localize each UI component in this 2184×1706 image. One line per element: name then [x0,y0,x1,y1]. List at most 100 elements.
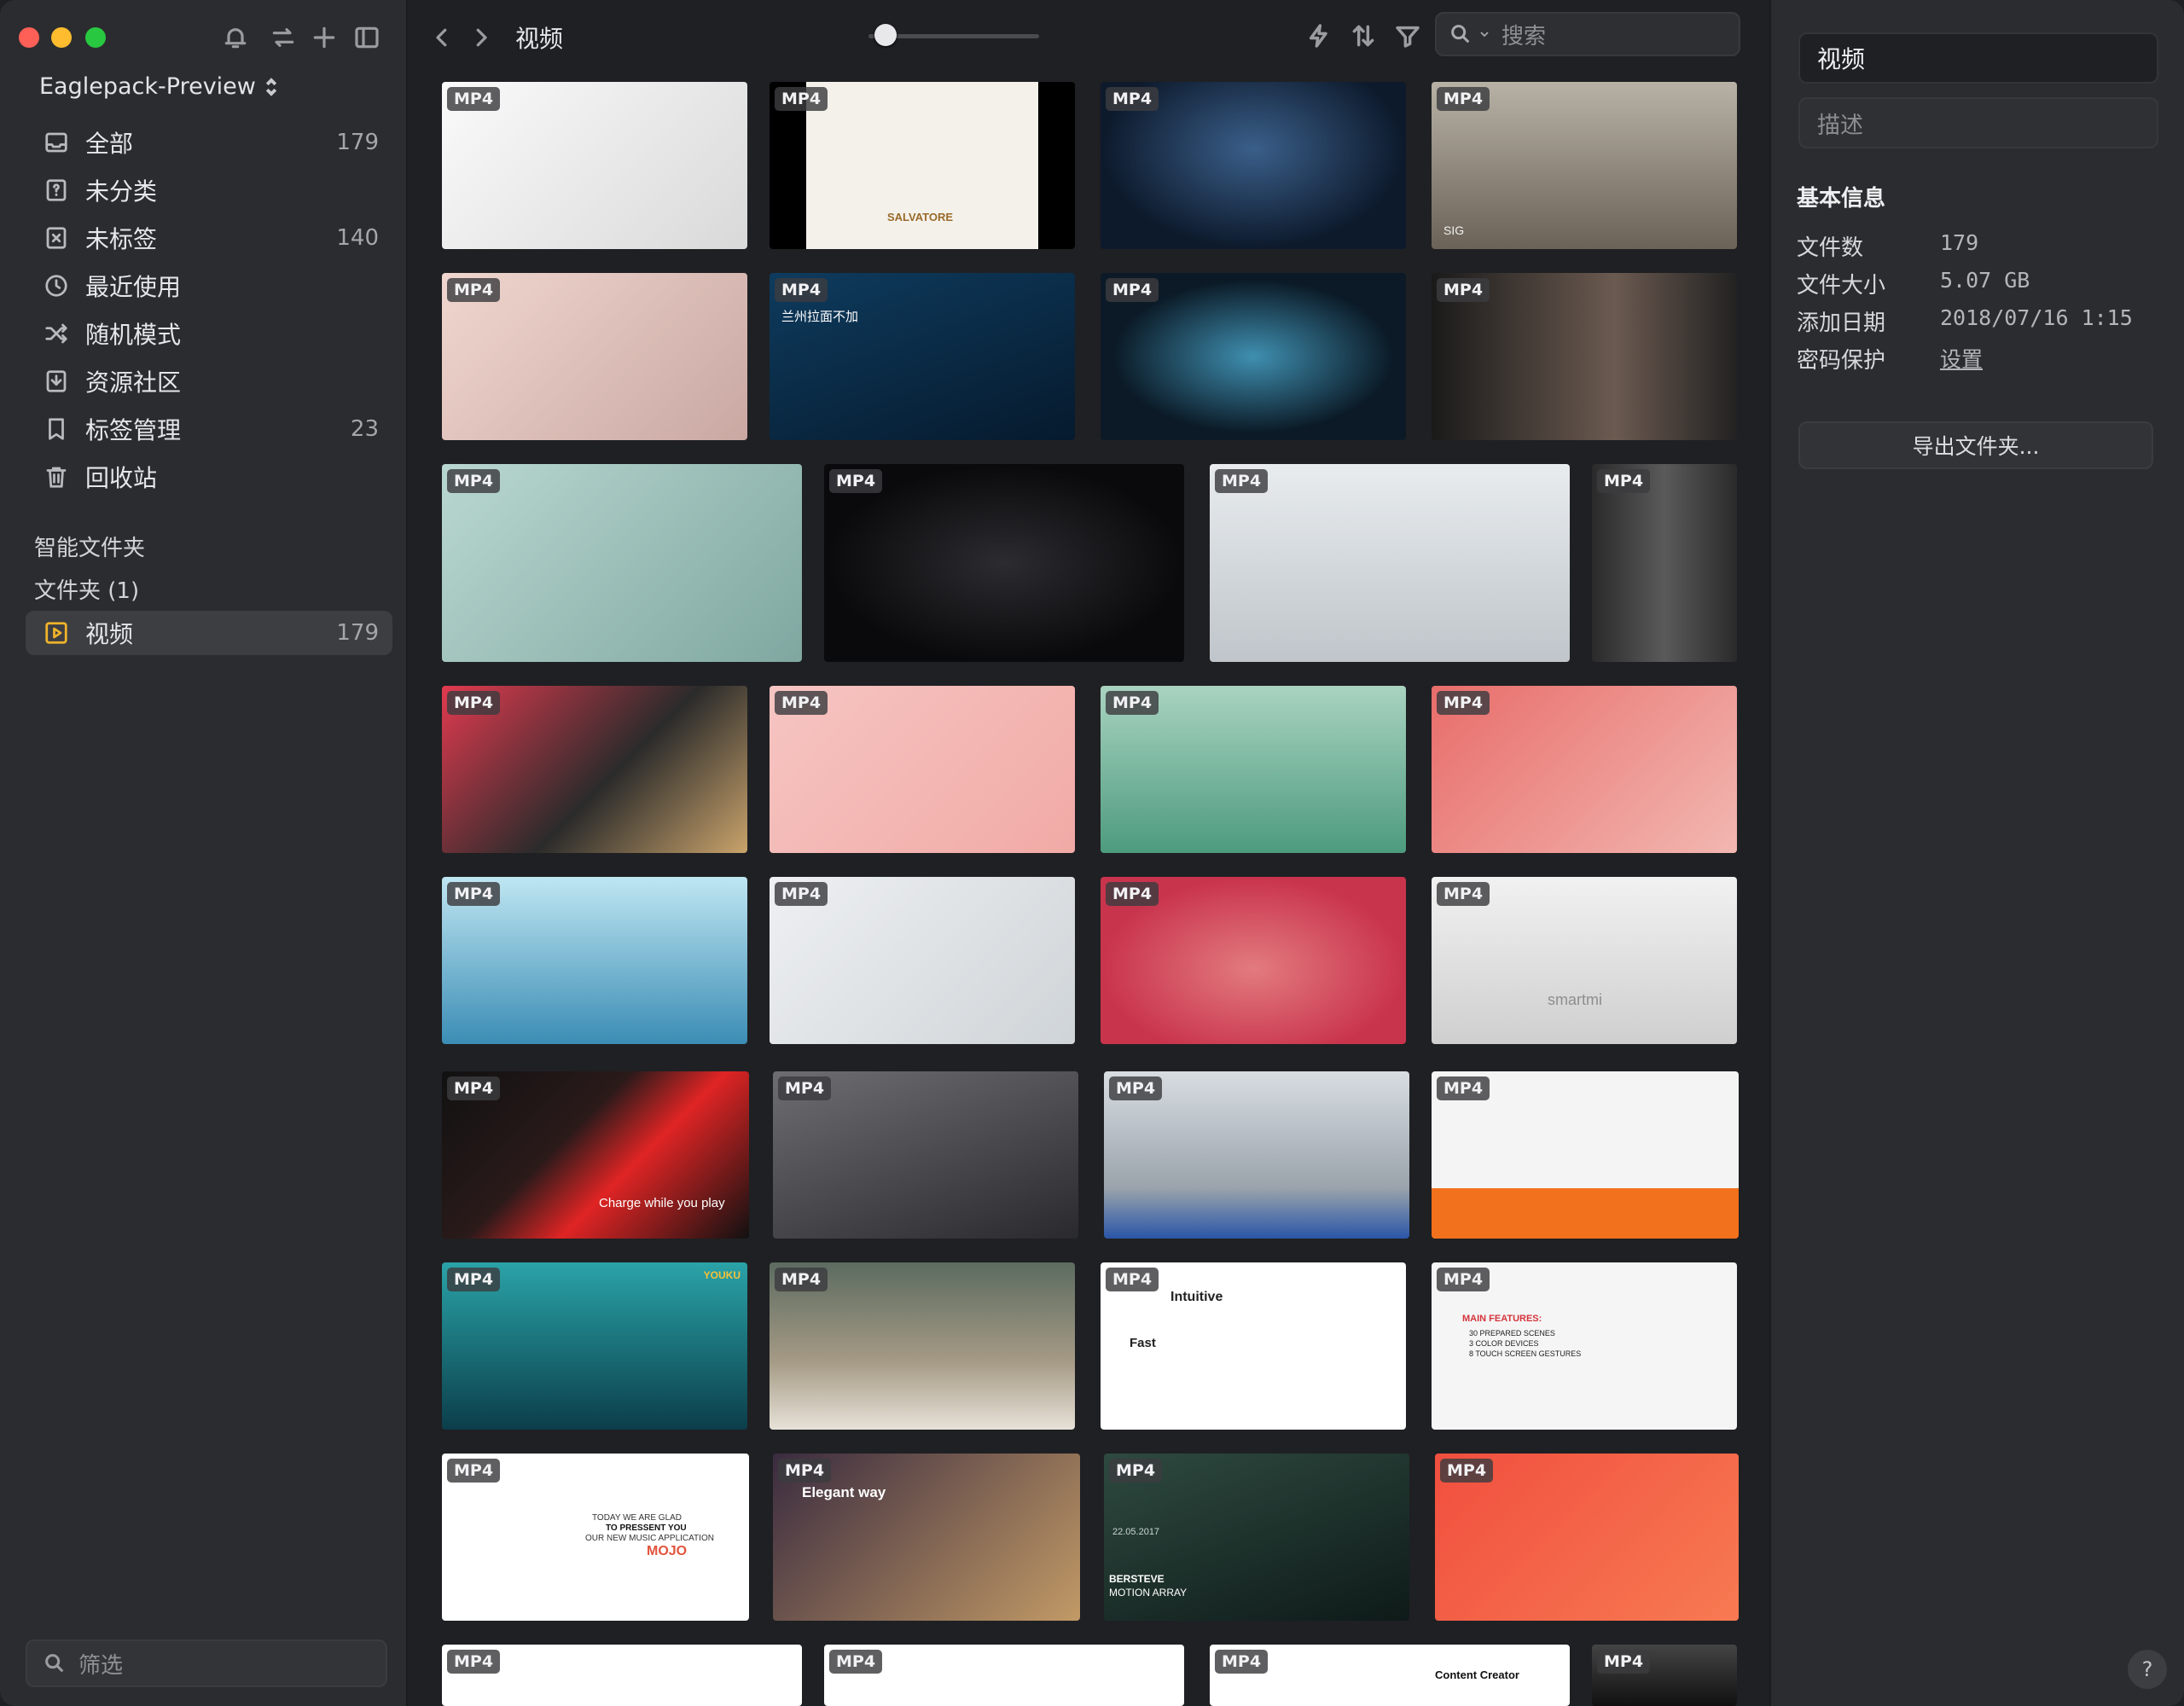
format-badge: MP4 [775,87,828,111]
video-thumbnail[interactable]: MP4 [442,82,747,249]
password-settings-link[interactable]: 设置 [1940,343,1983,377]
bookmark-icon [32,416,80,442]
video-thumbnail[interactable]: MP4 [1101,273,1406,440]
format-badge: MP4 [1437,882,1490,906]
video-thumbnail[interactable]: MP4 MAIN FEATURES: 30 PREPARED SCENES 3 COL… [1432,1262,1737,1430]
help-button[interactable]: ? [2128,1650,2167,1689]
forward-button[interactable] [464,20,498,55]
video-thumbnail[interactable]: MP4 [442,686,747,853]
toolbar: 视频 搜索 [408,0,1769,72]
video-thumbnail[interactable]: MP4 [824,1645,1184,1706]
video-thumbnail[interactable]: MP4 [1101,686,1406,853]
bell-icon[interactable] [217,19,254,56]
sidebar-item-unsorted[interactable]: 未分类 [26,168,392,212]
video-thumbnail[interactable]: MP4 [770,686,1075,853]
search-input[interactable]: 搜索 [1435,12,1740,56]
filter-button[interactable] [1389,17,1426,55]
chevron-left-icon [436,28,447,47]
thumbnail-caption: SALVATORE [887,211,954,223]
info-row-date-added: 添加日期 2018/07/16 1:15 [1797,305,2133,336]
video-thumbnail[interactable]: MP4 [1101,877,1406,1044]
video-thumbnail[interactable]: MP4 smartmi [1432,877,1737,1044]
chevron-right-icon [476,28,487,47]
video-thumbnail[interactable]: MP4 [1101,82,1406,249]
video-thumbnail[interactable]: MP4 YOUKU [442,1262,747,1430]
sidebar-item-trash[interactable]: 回收站 [26,455,392,499]
video-thumbnail[interactable]: MP4 Elegant way [773,1454,1080,1621]
format-badge: MP4 [447,882,501,906]
video-thumbnail[interactable]: MP4 [770,1262,1075,1430]
format-badge: MP4 [1597,469,1651,493]
sidebar-item-all[interactable]: 全部 179 [26,120,392,165]
info-row-file-size: 文件大小 5.07 GB [1797,268,2030,299]
folders-heading[interactable]: 文件夹 (1) [34,573,139,605]
thumbnail-caption: 8 TOUCH SCREEN GESTURES [1469,1349,1582,1358]
format-badge: MP4 [775,882,828,906]
format-badge: MP4 [778,1459,832,1483]
video-thumbnail[interactable]: MP4 [1104,1071,1409,1239]
back-button[interactable] [425,20,459,55]
video-thumbnail[interactable]: MP4 [1210,464,1570,662]
filter-input[interactable]: 筛选 [26,1639,387,1687]
video-thumbnail[interactable]: MP4 SALVATORE [770,82,1075,249]
breadcrumb: 视频 [515,25,564,53]
sidebar-item-untagged[interactable]: 未标签 140 [26,216,392,260]
video-thumbnail[interactable]: MP4 [1592,1645,1737,1706]
zoom-window-button[interactable] [85,27,106,48]
format-badge: MP4 [829,1650,883,1674]
sidebar-item-community[interactable]: 资源社区 [26,359,392,403]
video-thumbnail[interactable]: MP4 [1432,273,1737,440]
video-thumbnail[interactable]: MP4 Charge while you play [442,1071,749,1239]
library-switcher[interactable]: Eaglepack-Preview [39,73,278,100]
video-thumbnail[interactable]: MP4 兰州拉面不加 [770,273,1075,440]
export-folder-button[interactable]: 导出文件夹... [1798,421,2153,469]
video-thumbnail[interactable]: MP4 [773,1071,1078,1239]
add-icon[interactable] [305,19,343,56]
sidebar-item-random[interactable]: 随机模式 [26,311,392,356]
sidebar-item-tags[interactable]: 标签管理 23 [26,407,392,451]
search-icon [1451,25,1470,44]
untagged-icon [32,225,80,251]
video-thumbnail[interactable]: MP4 [442,464,802,662]
thumbnail-caption: Fast [1130,1336,1156,1350]
video-thumbnail[interactable]: MP4 TODAY WE ARE GLAD TO PRESSENT YOU OUR N… [442,1454,749,1621]
sidebar-item-video-folder[interactable]: 视频 179 [26,611,392,655]
thumbnail-caption: BERSTEVE [1109,1573,1165,1585]
video-thumbnail[interactable]: MP4 Content Creator [1210,1645,1570,1706]
video-thumbnail[interactable]: MP4 Intuitive Fast [1101,1262,1406,1430]
sync-icon[interactable] [264,19,302,56]
video-thumbnail[interactable]: MP4 [770,877,1075,1044]
sidebar-item-recent[interactable]: 最近使用 [26,264,392,308]
format-badge: MP4 [1106,278,1159,302]
sidebar: Eaglepack-Preview 全部 179 未分类 未标签 140 最近使… [0,0,408,1706]
main-content: MP4 MP4 SALVATORE MP4 MP4 SIG MP4 MP4 兰州拉面不加 MP4 M… [408,0,1769,1706]
format-badge: MP4 [778,1076,832,1100]
thumbnail-caption: 3 COLOR DEVICES [1469,1339,1539,1348]
video-thumbnail[interactable]: MP4 [1435,1454,1739,1621]
video-thumbnail[interactable]: MP4 [442,273,747,440]
video-thumbnail[interactable]: MP4 [824,464,1184,662]
format-badge: MP4 [775,1268,828,1291]
description-field[interactable]: 描述 [1798,97,2158,148]
minimize-window-button[interactable] [51,27,72,48]
video-thumbnail[interactable]: MP4 22.05.2017 BERSTEVE MOTION ARRAY [1104,1454,1409,1621]
close-window-button[interactable] [19,27,39,48]
video-thumbnail[interactable]: MP4 [1432,686,1737,853]
format-badge: MP4 [775,691,828,715]
zoom-slider-thumb[interactable] [874,24,897,46]
video-thumbnail[interactable]: MP4 [442,1645,802,1706]
smart-folders-heading[interactable]: 智能文件夹 [34,531,145,562]
sidebar-toggle-icon[interactable] [348,19,386,56]
video-thumbnail[interactable]: MP4 [1592,464,1737,662]
video-thumbnail[interactable]: MP4 SIG [1432,82,1737,249]
lightning-button[interactable] [1300,17,1338,55]
thumbnail-caption: 30 PREPARED SCENES [1469,1329,1555,1338]
video-thumbnail[interactable]: MP4 [1432,1071,1739,1239]
app-window: Eaglepack-Preview 全部 179 未分类 未标签 140 最近使… [0,0,2184,1706]
thumbnail-caption: MAIN FEATURES: [1462,1314,1542,1324]
sort-button[interactable] [1345,17,1382,55]
format-badge: MP4 [447,1268,501,1291]
folder-name-field[interactable]: 视频 [1798,32,2158,84]
video-thumbnail[interactable]: MP4 [442,877,747,1044]
video-folder-icon [32,620,80,646]
